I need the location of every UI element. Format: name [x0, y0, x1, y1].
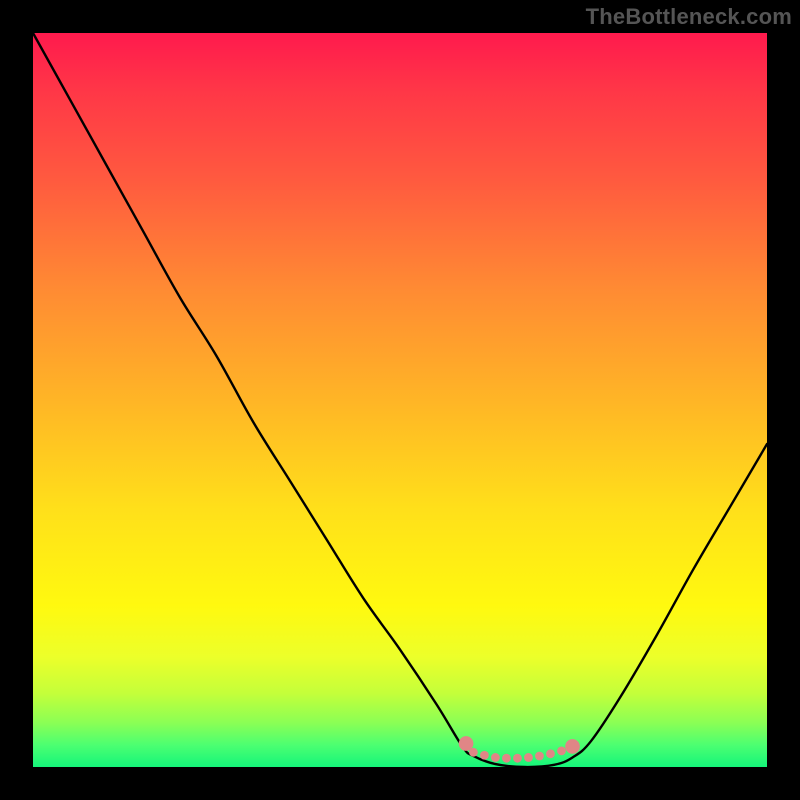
dotted-point [480, 751, 489, 760]
dotted-point [513, 754, 522, 763]
chart-svg [33, 33, 767, 767]
dotted-point [491, 753, 500, 762]
dotted-point [502, 754, 511, 763]
dotted-point [535, 752, 544, 761]
plot-area [33, 33, 767, 767]
dotted-point [524, 753, 533, 762]
dotted-point [557, 746, 566, 755]
right-dot [565, 739, 580, 754]
curve-line [33, 33, 767, 767]
chart-frame: TheBottleneck.com [0, 0, 800, 800]
left-dot [459, 736, 474, 751]
watermark-text: TheBottleneck.com [586, 4, 792, 30]
dotted-point [546, 749, 555, 758]
